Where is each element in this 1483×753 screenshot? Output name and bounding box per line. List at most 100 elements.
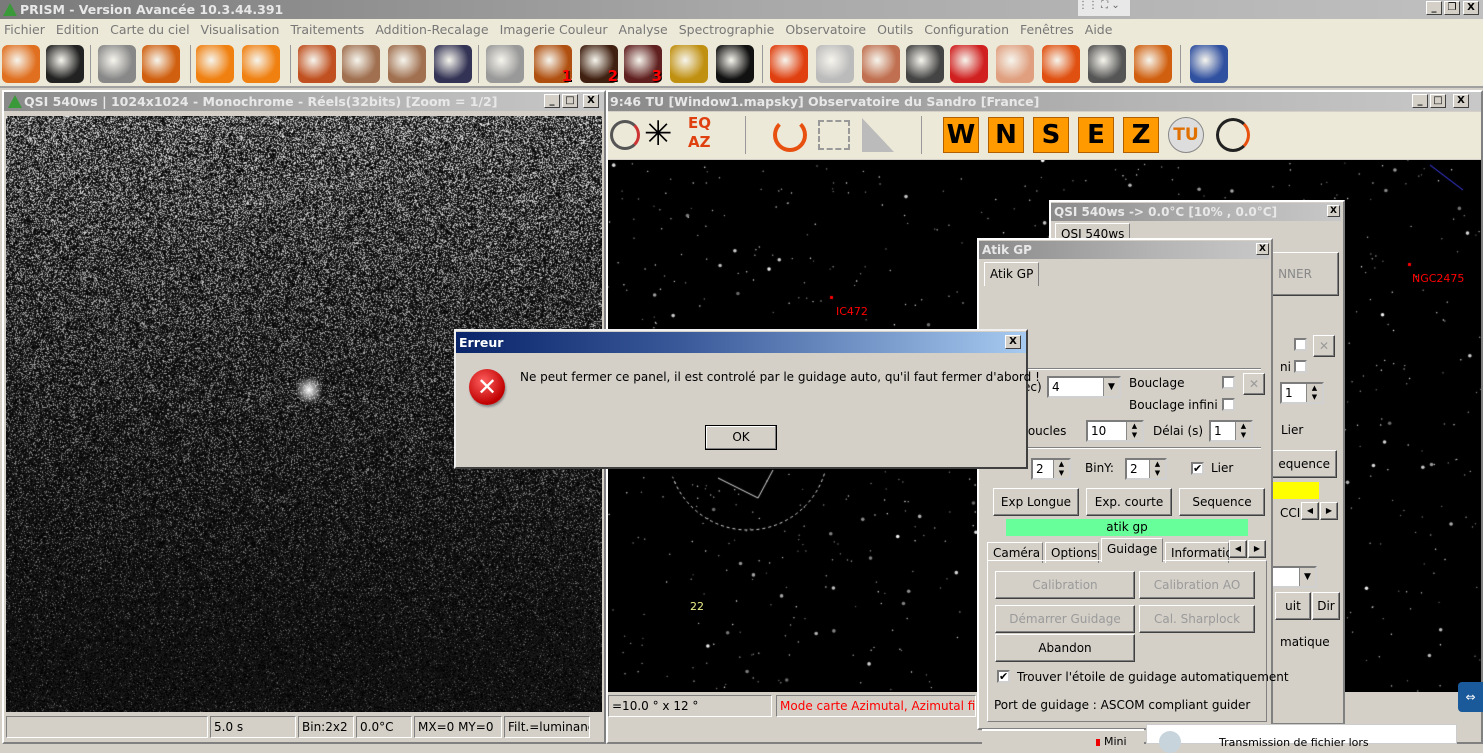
qsi-bouclage-checkbox[interactable] <box>1294 338 1307 351</box>
spin-arrows-icon[interactable]: ▲ ▼ <box>1126 422 1142 440</box>
menu-item-visualisation[interactable]: Visualisation <box>197 19 287 41</box>
boucles-spinner[interactable]: 10 ▲ ▼ <box>1086 420 1144 442</box>
sequence-button[interactable]: Sequence <box>1179 488 1265 516</box>
image-info-icon[interactable] <box>98 45 136 83</box>
qsi-ccd-tab[interactable]: CCI <box>1280 506 1300 520</box>
start-guiding-button[interactable]: Démarrer Guidage <box>995 605 1135 633</box>
exp-courte-button[interactable]: Exp. courte <box>1086 488 1172 516</box>
wrench-icon[interactable] <box>862 45 900 83</box>
auto-find-star-checkbox[interactable]: ✔ <box>997 670 1010 683</box>
cardinal-s-button[interactable]: S <box>1033 117 1069 153</box>
calibration-icon[interactable] <box>906 45 944 83</box>
subtab-guidage[interactable]: Guidage <box>1101 538 1163 562</box>
lier-checkbox[interactable]: ✔ <box>1191 462 1204 475</box>
cardinal-w-button[interactable]: W <box>943 117 979 153</box>
clock-icon[interactable] <box>1216 118 1250 152</box>
menu-item-fichier[interactable]: Fichier <box>0 19 52 41</box>
ic472-label[interactable]: IC472 <box>836 305 868 318</box>
cardinal-e-button[interactable]: E <box>1078 117 1114 153</box>
menu-item-aide[interactable]: Aide <box>1081 19 1120 41</box>
close-button[interactable]: X <box>1005 335 1021 349</box>
notification-popup[interactable]: Transmission de fichier lors <box>1146 724 1457 753</box>
binx-spinner[interactable]: 2 ▲ ▼ <box>1031 458 1071 480</box>
biny-spinner[interactable]: 2 ▲ ▼ <box>1125 458 1167 480</box>
minimize-button[interactable]: _ <box>1412 94 1428 108</box>
menu-item-spectrographie[interactable]: Spectrographie <box>675 19 782 41</box>
frame-icon[interactable] <box>1088 45 1126 83</box>
profile-icon[interactable] <box>1134 45 1172 83</box>
close-button[interactable]: X <box>1256 243 1269 255</box>
exposure-select[interactable]: 4 ▼ <box>1047 376 1121 398</box>
menu-item-analyse[interactable]: Analyse <box>615 19 675 41</box>
tab-scroll-right[interactable]: ▶ <box>1320 502 1338 520</box>
chevron-down-icon[interactable]: ▼ <box>1103 378 1119 396</box>
camera-2-icon[interactable]: 2 <box>580 45 618 85</box>
bouclage-infini-checkbox[interactable] <box>1222 398 1235 411</box>
remote-control-bar[interactable]: ⋮⋮ ⛶ ⌄ <box>1078 0 1130 16</box>
curve-icon[interactable] <box>996 45 1034 83</box>
open-icon[interactable] <box>2 45 40 83</box>
maximize-button[interactable]: □ <box>1430 94 1446 108</box>
ngc2475-label[interactable]: NGC2475 <box>1412 272 1464 285</box>
zoom-in-icon[interactable] <box>388 45 426 83</box>
teamviewer-icon[interactable]: ⇔ <box>1458 682 1483 712</box>
tab-scroll-right[interactable]: ▶ <box>1248 540 1266 558</box>
save-icon[interactable] <box>46 45 84 83</box>
eq-az-icon[interactable]: EQ AZ <box>688 114 728 156</box>
bars-icon[interactable] <box>1042 45 1080 83</box>
chevron-down-icon[interactable]: ▼ <box>1299 568 1315 586</box>
contrast-icon[interactable] <box>298 45 336 83</box>
tab-scroll-left[interactable]: ◀ <box>1301 502 1319 520</box>
ok-button[interactable]: OK <box>705 425 777 450</box>
camera-3-icon[interactable]: 3 <box>624 45 662 85</box>
qsi-nuit-button[interactable]: uit <box>1275 592 1311 620</box>
cal-sharplock-button[interactable]: Cal. Sharplock <box>1139 605 1255 633</box>
zoom-out-icon[interactable] <box>342 45 380 83</box>
star-22-label[interactable]: 22 <box>690 600 704 613</box>
telescope-icon[interactable] <box>716 45 754 83</box>
calibration-button[interactable]: Calibration <box>995 571 1135 599</box>
redo-icon[interactable] <box>242 45 280 83</box>
camera-1-icon[interactable]: 1 <box>534 45 572 85</box>
menu-item-fen-tres[interactable]: Fenêtres <box>1016 19 1081 41</box>
cardinal-z-button[interactable]: Z <box>1123 117 1159 153</box>
telescope-pointer-icon[interactable] <box>610 120 640 150</box>
minimize-button[interactable]: _ <box>544 94 560 108</box>
refresh-icon[interactable] <box>950 45 988 83</box>
restore-button[interactable]: ❐ <box>1444 1 1460 15</box>
close-button[interactable]: X <box>1463 1 1479 15</box>
drop-icon[interactable] <box>770 45 808 83</box>
cardinal-n-button[interactable]: N <box>988 117 1024 153</box>
menu-item-carte-du-ciel[interactable]: Carte du ciel <box>106 19 196 41</box>
menu-item-edition[interactable]: Edition <box>52 19 106 41</box>
ruler-triangle-icon[interactable] <box>862 118 894 152</box>
qsi-delay-spinner[interactable]: 1 ▲ ▼ <box>1280 382 1324 404</box>
view-icon[interactable] <box>434 45 472 83</box>
menu-item-observatoire[interactable]: Observatoire <box>781 19 873 41</box>
minimize-button[interactable]: _ <box>1426 1 1442 15</box>
rotate-icon[interactable] <box>773 118 807 152</box>
menu-item-traitements[interactable]: Traitements <box>286 19 371 41</box>
menu-item-configuration[interactable]: Configuration <box>920 19 1016 41</box>
focuser-icon[interactable] <box>670 45 708 83</box>
star-burst-icon[interactable]: ✳ <box>644 114 673 154</box>
tab-atik-gp[interactable]: Atik GP <box>984 262 1040 286</box>
abort-button[interactable]: Abandon <box>995 634 1135 662</box>
spin-arrows-icon[interactable]: ▲ ▼ <box>1235 422 1251 440</box>
close-button[interactable]: X <box>1327 205 1340 217</box>
spin-arrows-icon[interactable]: ▲ ▼ <box>1149 460 1165 478</box>
bouclage-checkbox[interactable] <box>1222 376 1235 389</box>
qsi-dir-button[interactable]: Dir <box>1312 592 1340 620</box>
close-button[interactable]: X <box>583 94 599 108</box>
menu-item-outils[interactable]: Outils <box>873 19 920 41</box>
calibration-ao-button[interactable]: Calibration AO <box>1139 571 1255 599</box>
clear-button[interactable]: ✕ <box>1243 373 1265 395</box>
maximize-button[interactable]: □ <box>562 94 578 108</box>
robot-icon[interactable] <box>1190 45 1228 83</box>
menu-item-imagerie-couleur[interactable]: Imagerie Couleur <box>496 19 615 41</box>
tab-scroll-left[interactable]: ◀ <box>1229 540 1247 558</box>
qsi-bouclage-infini-checkbox[interactable] <box>1294 360 1307 373</box>
delai-spinner[interactable]: 1 ▲ ▼ <box>1209 420 1253 442</box>
select-region-icon[interactable] <box>818 120 850 150</box>
mount-gear-icon[interactable] <box>486 45 524 83</box>
